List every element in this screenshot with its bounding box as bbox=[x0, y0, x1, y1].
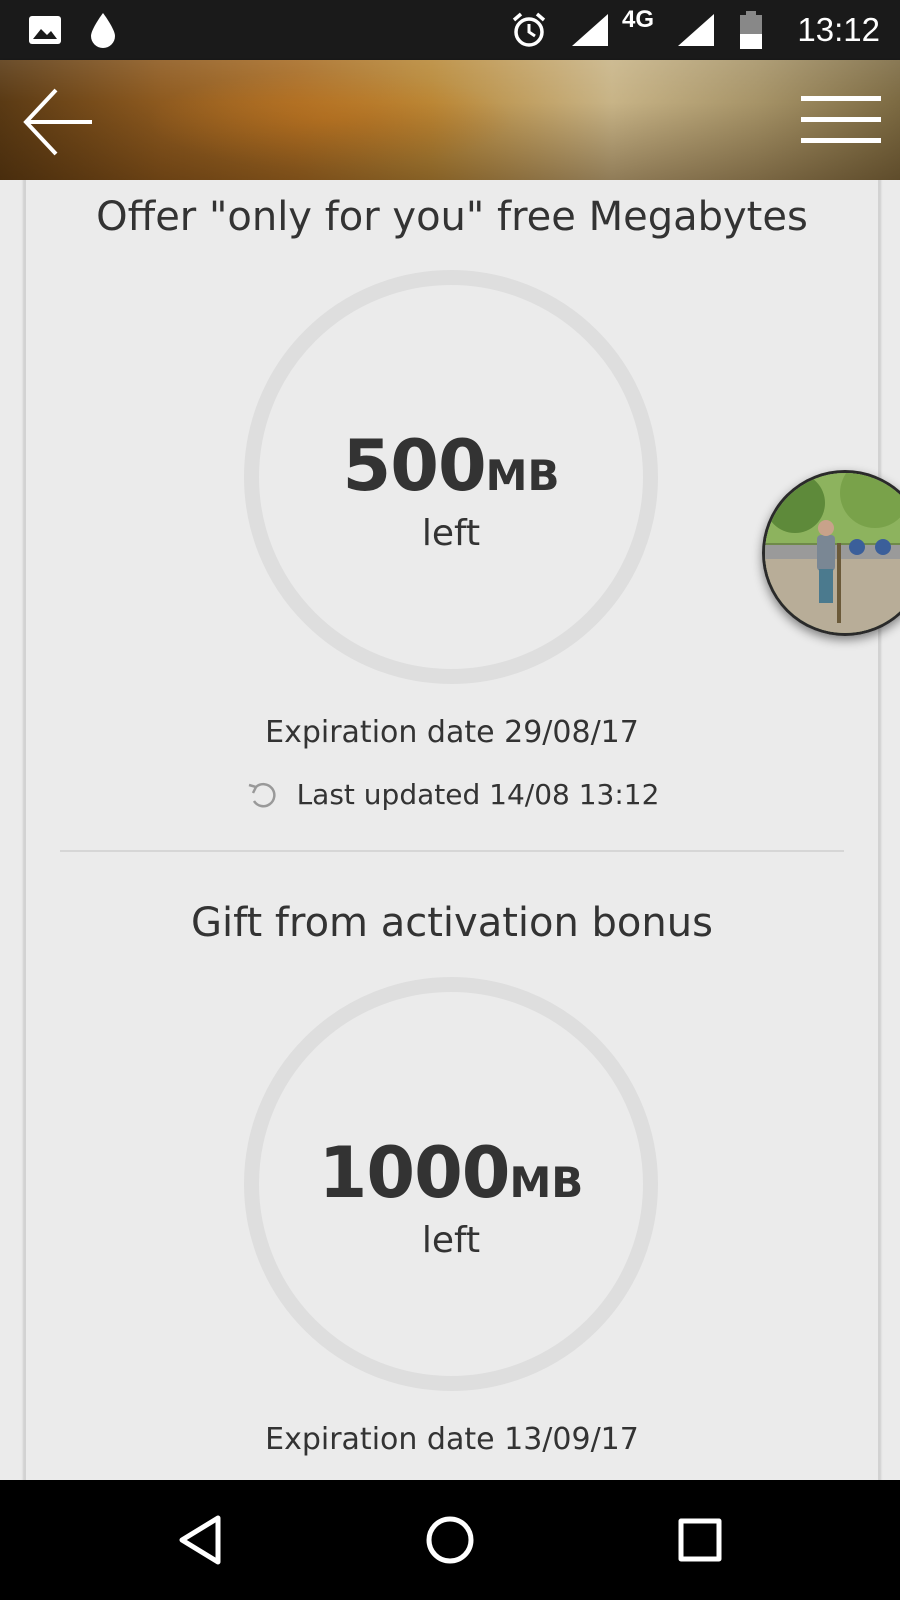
alarm-icon bbox=[510, 0, 548, 60]
data-gauge: 500MB left bbox=[244, 270, 658, 684]
data-gauge: 1000MB left bbox=[244, 977, 658, 1391]
expiration-date: Expiration date 13/09/17 bbox=[265, 1422, 639, 1457]
gauge-amount: 1000 bbox=[318, 1132, 511, 1214]
nav-recents-button[interactable] bbox=[670, 1510, 730, 1570]
nav-home-button[interactable] bbox=[420, 1510, 480, 1570]
hamburger-menu-icon bbox=[801, 96, 881, 143]
arrow-left-icon bbox=[23, 88, 92, 156]
back-button[interactable] bbox=[18, 82, 98, 162]
water-drop-icon bbox=[88, 0, 118, 60]
gauge-sub-label: left bbox=[421, 513, 481, 554]
nav-recents-icon bbox=[678, 1518, 722, 1562]
signal-icon bbox=[570, 0, 610, 60]
status-time: 13:12 bbox=[797, 11, 880, 48]
last-updated-label: Last updated 14/08 13:12 bbox=[296, 778, 660, 811]
refresh-icon bbox=[248, 782, 276, 807]
nav-back-button[interactable] bbox=[170, 1510, 230, 1570]
avatar-photo bbox=[765, 473, 900, 633]
signal-icon bbox=[676, 0, 716, 60]
nav-back-icon bbox=[179, 1515, 221, 1565]
screen: 4G 13:12 Offer "only for you" free Megab… bbox=[0, 0, 900, 1600]
last-updated[interactable]: Last updated 14/08 13:12 bbox=[26, 778, 878, 811]
nav-home-icon bbox=[426, 1516, 474, 1564]
navigation-bar bbox=[0, 1480, 900, 1600]
gauge-unit: MB bbox=[509, 1158, 584, 1207]
offers-card: Offer "only for you" free Megabytes 500M… bbox=[24, 180, 880, 1480]
network-type-label: 4G bbox=[622, 6, 655, 33]
app-header bbox=[0, 60, 900, 180]
gauge-value: 500MB bbox=[259, 425, 643, 507]
gauge-unit: MB bbox=[485, 451, 560, 500]
gauge-value: 1000MB bbox=[259, 1132, 643, 1214]
menu-button[interactable] bbox=[796, 90, 886, 150]
offer-title: Gift from activation bonus bbox=[191, 900, 713, 946]
offer-title: Offer "only for you" free Megabytes bbox=[96, 194, 808, 240]
content-area[interactable]: Offer "only for you" free Megabytes 500M… bbox=[0, 180, 900, 1480]
battery-icon bbox=[738, 0, 764, 60]
expiration-date: Expiration date 29/08/17 bbox=[265, 715, 639, 750]
image-icon bbox=[28, 0, 62, 60]
status-bar: 4G 13:12 bbox=[0, 0, 900, 60]
divider bbox=[60, 850, 844, 852]
gauge-amount: 500 bbox=[342, 425, 487, 507]
gauge-sub-label: left bbox=[421, 1220, 481, 1261]
